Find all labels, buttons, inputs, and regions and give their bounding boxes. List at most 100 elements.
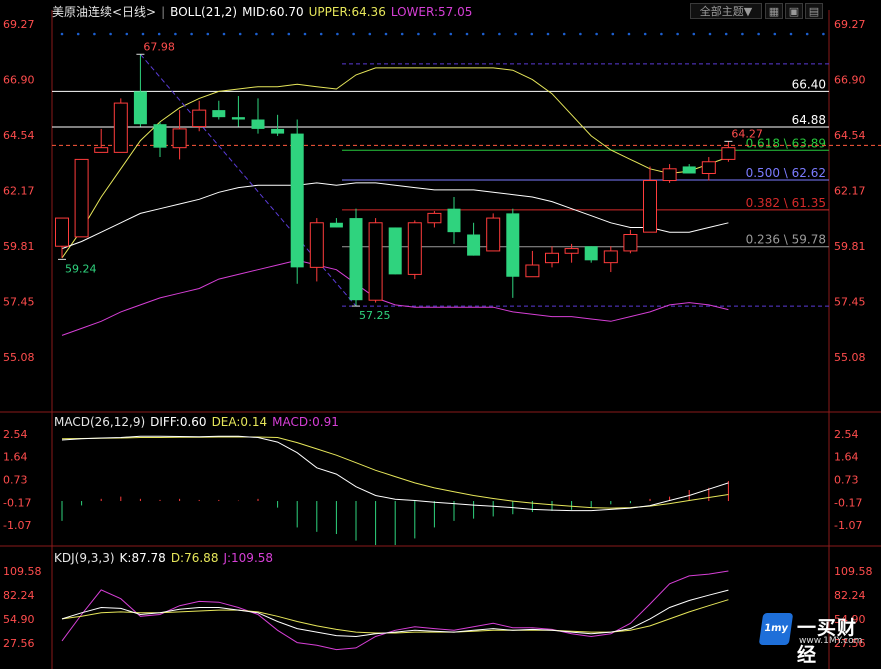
grid-dot [400,32,404,36]
reference-line-label-1: 64.88 [792,113,826,127]
grid-dot [352,32,355,36]
grid-dot [465,32,469,36]
chevron-down-icon: ▼ [743,5,753,18]
kdj-ytick-left-0: 109.58 [3,565,42,578]
candle-body-16 [368,222,383,301]
chart-canvas: 69.27 69.27 66.90 66.90 64.54 64.54 62.17 62.17… [0,4,881,669]
macd-ytick-right-4: -1.07 [834,519,862,532]
macd-dea-line [61,436,729,509]
kdj-header-part-2: D:76.88 [171,551,219,565]
macd-diff-line [61,435,729,512]
kdj-header-part-0: KDJ(9,3,3) [54,551,115,565]
grid-icon: ▦ [768,5,780,18]
candle-body-2 [94,147,109,153]
grid-dot [692,32,696,36]
candle-body-27 [584,246,598,261]
grid-dot [789,32,793,36]
kdj-ytick-left-2: 54.90 [3,613,35,626]
candle-body-10 [251,119,265,129]
boll-header: 美原油连续<日线> | BOLL(21,2) MID:60.70 UPPER:64.36… [52,4,472,19]
boll-header-part-2: BOLL(21,2) [170,5,237,19]
macd-header-part-2: DEA:0.14 [212,415,268,429]
annotation-label-3: 64.27 [731,127,763,140]
price-ytick-right-3: 62.17 [834,185,866,198]
grid-dot [271,32,274,36]
grid-dot [449,32,453,36]
price-ytick-right-4: 59.81 [834,240,866,253]
grid-dot [384,32,388,36]
price-ytick-right-0: 69.27 [834,18,866,31]
grid-dot [805,32,809,36]
candle-body-3 [113,102,128,153]
macd-header: MACD(26,12,9) DIFF:0.60 DEA:0.14 MACD:0.91 [54,415,339,429]
candle-body-8 [212,110,226,118]
list-icon: ▤ [808,5,820,18]
grid-dot [60,32,64,36]
grid-dot [206,32,210,36]
brand-logo: 1my 一买财经 www.1MY.com [758,613,873,666]
grid-dot [190,32,193,36]
grid-dot [757,32,760,36]
candle-body-34 [721,147,736,160]
boll-header-part-0: 美原油连续<日线> [52,4,156,19]
grid-dot [627,32,631,36]
macd-ytick-right-0: 2.54 [834,428,859,441]
list-button[interactable]: ▤ [805,3,823,19]
grid-dot [336,32,339,36]
price-ytick-right-5: 57.45 [834,295,866,308]
candle-body-28 [603,250,618,264]
annotation-label-0: 67.98 [143,40,175,53]
reference-line-label-0: 66.40 [792,77,826,91]
price-ytick-left-0: 69.27 [3,18,35,31]
grid-dot [417,32,420,36]
grid-dot [76,32,80,36]
grid-dot [514,32,517,36]
macd-ytick-right-2: 0.73 [834,474,859,487]
theme-selector-button[interactable]: 全部主题▼ [690,3,762,19]
grid-dot [708,32,712,36]
candle-body-23 [506,213,520,277]
candle-body-1 [74,158,89,238]
candle-body-31 [662,168,677,182]
candle-body-12 [290,133,304,268]
chart-window: 69.27 69.27 66.90 66.90 64.54 64.54 62.17 62.17… [0,0,881,669]
grid-dot [93,32,96,36]
price-ytick-left-4: 59.81 [3,240,35,253]
grid-dot [255,32,258,36]
macd-header-part-0: MACD(26,12,9) [54,415,145,429]
grid-dot [724,32,728,36]
kdj-header-part-1: K:87.78 [120,551,166,565]
trend-line [140,53,357,307]
zoom-button[interactable]: ▣ [785,3,803,19]
candle-body-15 [349,218,363,301]
macd-ytick-right-1: 1.64 [834,451,859,464]
candle-body-26 [564,248,579,254]
candle-body-29 [623,234,638,252]
macd-ytick-right-3: -0.17 [834,496,862,509]
macd-ytick-left-0: 2.54 [3,428,28,441]
kdj-header-part-3: J:109.58 [222,551,273,565]
macd-ytick-left-4: -1.07 [3,519,31,532]
macd-ytick-left-3: -0.17 [3,496,31,509]
layout-grid-button[interactable]: ▦ [765,3,783,19]
candle-body-7 [192,109,207,128]
grid-dot [611,32,615,36]
macd-header-part-3: MACD:0.91 [272,415,339,429]
annotation-label-2: 57.25 [359,309,391,322]
candle-body-21 [467,234,481,256]
reference-line-label-5: 0.236 \ 59.78 [746,233,826,247]
candle-body-30 [643,180,657,233]
candle-body-4 [133,91,147,125]
candle-body-32 [682,166,696,174]
grid-dot [109,32,112,36]
grid-dot [773,32,777,36]
grid-dot [562,32,566,36]
price-ytick-left-1: 66.90 [3,74,35,87]
boll-header-part-1: | [161,5,165,19]
candle-body-13 [309,222,324,268]
boll-header-part-3: MID:60.70 [242,5,304,19]
candle-body-5 [153,124,167,148]
candle-body-25 [545,252,559,264]
candle-body-14 [329,222,343,228]
candle-body-0 [55,217,69,247]
